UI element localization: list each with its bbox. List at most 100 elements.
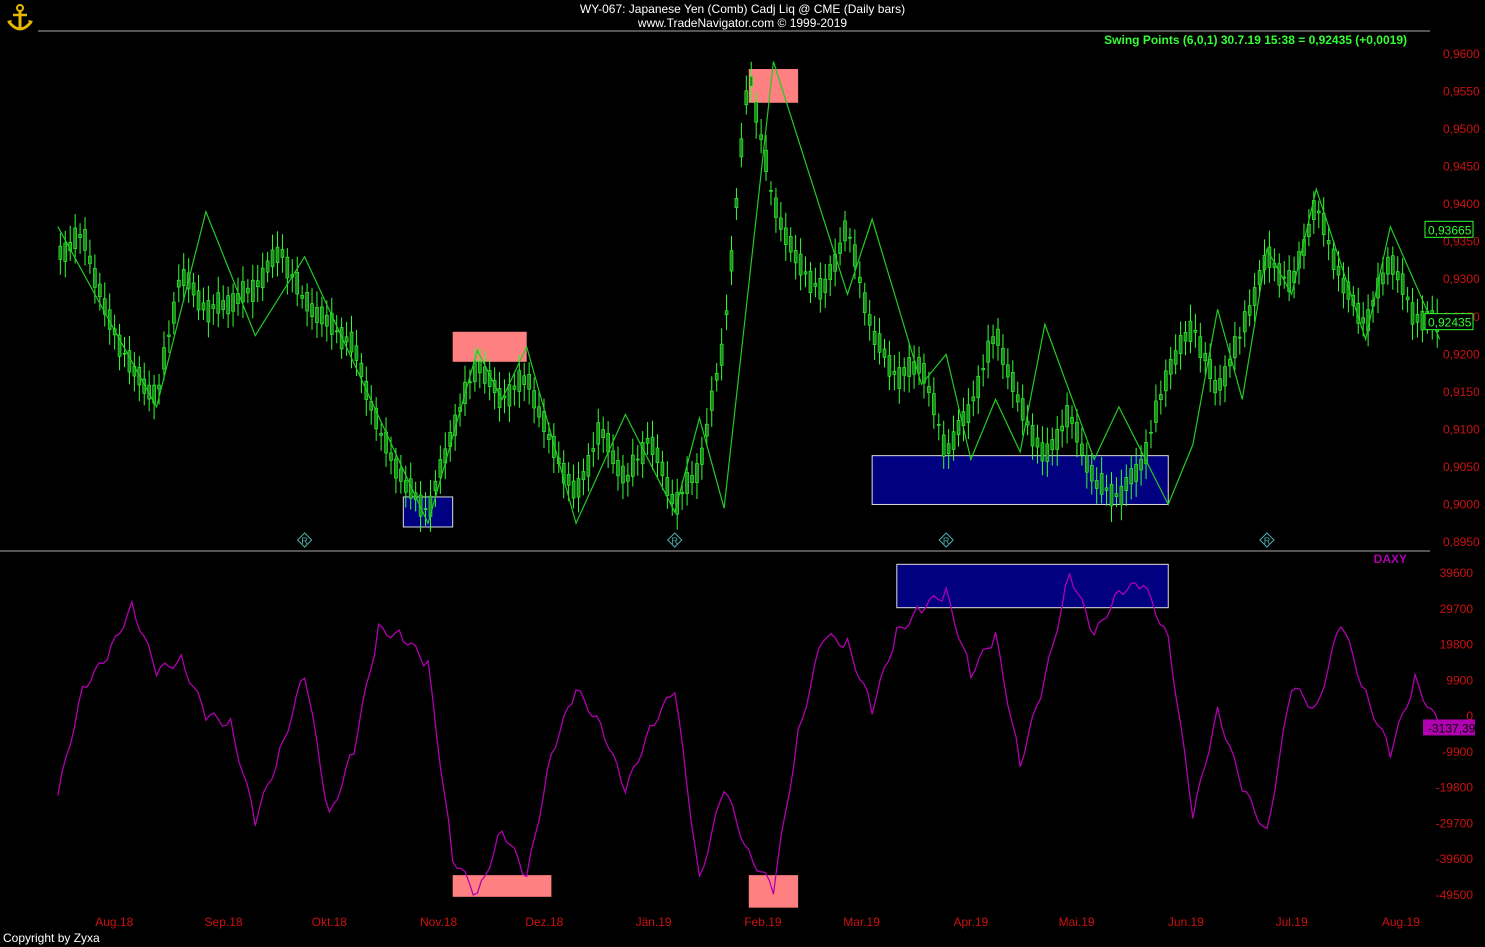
candle-body xyxy=(808,270,813,294)
candle-body xyxy=(251,279,255,302)
candle-body xyxy=(907,357,911,377)
price-tick-label: 0,9300 xyxy=(1443,272,1480,286)
candle-body xyxy=(127,350,132,373)
candle-body xyxy=(872,330,877,345)
candle-body xyxy=(764,149,768,172)
candle-body xyxy=(305,292,309,312)
candle-body xyxy=(660,461,665,477)
candle-body xyxy=(478,360,482,374)
candle-body xyxy=(581,471,586,481)
candle-body xyxy=(1381,272,1385,285)
candle-body xyxy=(295,272,300,295)
candle-body xyxy=(759,134,763,140)
candle-body xyxy=(1390,255,1395,275)
candle-body xyxy=(976,375,981,399)
indicator-tick-label: -49500 xyxy=(1436,888,1474,902)
chart-canvas: R R R R0,96000,95500,95000,94500,94000,9350… xyxy=(0,30,1480,929)
candle-body xyxy=(601,429,605,438)
candle-body xyxy=(78,234,82,238)
candle-body xyxy=(769,190,773,192)
candle-body xyxy=(690,475,694,484)
candle-body xyxy=(1198,336,1203,359)
candle-body xyxy=(1001,347,1005,365)
price-tick-label: 0,9050 xyxy=(1443,460,1480,474)
candle-body xyxy=(1154,400,1158,423)
candle-body xyxy=(58,245,63,260)
candle-body xyxy=(645,437,650,444)
candle-body xyxy=(1203,353,1208,362)
candle-body xyxy=(803,271,808,275)
candle-body xyxy=(93,268,97,288)
candle-body xyxy=(621,465,625,484)
x-axis-label: Feb.19 xyxy=(744,915,782,929)
x-axis-label: Sep.18 xyxy=(205,915,243,929)
indicator-tick-label: 9900 xyxy=(1446,673,1473,687)
candle-body xyxy=(1035,437,1040,448)
candle-body xyxy=(270,249,275,268)
candle-body xyxy=(532,390,536,409)
candle-body xyxy=(172,301,176,324)
candle-body xyxy=(1050,439,1055,451)
candle-body xyxy=(1099,473,1104,495)
candle-body xyxy=(1109,484,1114,507)
x-axis-label: Aug.19 xyxy=(1382,915,1420,929)
price-zone-blue-3 xyxy=(871,455,1169,505)
candle-body xyxy=(941,434,946,457)
candle-body xyxy=(927,386,931,394)
candle-body xyxy=(798,253,803,276)
candle-body xyxy=(211,304,216,309)
candle-body xyxy=(1163,370,1168,392)
r-marker-label-2: R xyxy=(943,536,950,546)
candle-body xyxy=(813,282,818,287)
candle-body xyxy=(709,390,714,411)
candle-body xyxy=(655,447,660,463)
candle-body xyxy=(246,287,250,294)
candle-body xyxy=(793,250,798,264)
candle-body xyxy=(705,423,709,437)
candle-body xyxy=(1331,248,1336,270)
candle-body xyxy=(1257,269,1262,285)
candle-body xyxy=(596,422,601,445)
candle-body xyxy=(201,302,206,311)
candle-body xyxy=(1252,287,1257,306)
candle-body xyxy=(122,352,127,355)
candle-body xyxy=(522,375,527,385)
candle-body xyxy=(162,347,166,370)
candle-body xyxy=(537,406,541,418)
candle-body xyxy=(1159,394,1163,400)
candle-body xyxy=(241,281,245,303)
candle-body xyxy=(1361,317,1365,324)
candle-body xyxy=(843,220,847,242)
candle-body xyxy=(635,458,640,461)
x-axis-label: Nov.18 xyxy=(420,915,457,929)
candle-body xyxy=(591,448,596,452)
candle-body xyxy=(275,246,280,263)
indicator-tick-label: -29700 xyxy=(1436,816,1474,830)
x-axis-label: Apr.19 xyxy=(953,915,988,929)
candle-body xyxy=(265,260,270,273)
candle-body xyxy=(83,229,87,251)
x-axis-label: Okt.18 xyxy=(312,915,348,929)
candle-body xyxy=(1089,465,1094,482)
candle-body xyxy=(1188,320,1193,343)
candle-body xyxy=(700,447,704,465)
indicator-zone-blue-0 xyxy=(896,563,1169,609)
price-label-1: 0,92435 xyxy=(1428,316,1472,330)
candle-body xyxy=(818,277,823,300)
candle-body xyxy=(749,76,754,87)
candle-body xyxy=(695,463,699,484)
candle-body xyxy=(650,436,655,455)
candle-body xyxy=(902,367,907,376)
candle-body xyxy=(98,283,102,298)
daxy-current-label: -3137,39 xyxy=(1428,721,1476,735)
x-axis-label: Mai.19 xyxy=(1059,915,1095,929)
candle-body xyxy=(88,255,92,265)
candle-body xyxy=(1119,485,1124,506)
candle-body xyxy=(167,334,171,337)
indicator-tick-label: -9900 xyxy=(1442,745,1473,759)
price-tick-label: 0,9450 xyxy=(1443,160,1480,174)
r-marker-label-0: R xyxy=(301,536,308,546)
price-tick-label: 0,9500 xyxy=(1443,122,1480,136)
price-tick-label: 0,9600 xyxy=(1443,47,1480,61)
candle-body xyxy=(685,472,689,494)
